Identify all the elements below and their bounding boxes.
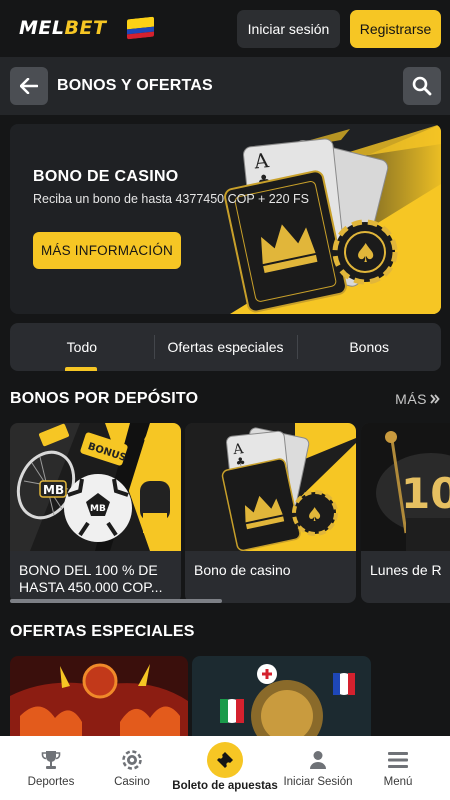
ticket-icon [217,752,233,768]
hero-description: Reciba un bono de hasta 4377450 COP + 22… [33,192,310,206]
logo-text-main: MEL [19,17,65,39]
playing-cards-image: A A ♣ ♠ [185,423,356,551]
trophy-icon [41,750,61,769]
special-offers-carousel[interactable] [10,656,450,736]
svg-text:100: 100 [401,469,450,518]
nav-menu-label: Menú [383,776,413,788]
carousel-scrollbar[interactable] [10,599,222,603]
fire-warriors-image [10,656,188,736]
deposit-bonus-carousel[interactable]: MB MB BONUS BONO DEL 100 % DE HASTA 450.… [10,423,450,603]
tab-special-offers[interactable]: Ofertas especiales [153,323,298,371]
page-header: BONOS Y OFERTAS [0,57,450,115]
search-button[interactable] [403,67,441,105]
bonus-card[interactable]: 100 Lunes de R [361,423,450,603]
user-icon [310,751,326,769]
more-info-button[interactable]: MÁS INFORMACIÓN [33,232,181,269]
colombia-flag-icon[interactable] [127,16,154,40]
svg-text:♠: ♠ [354,239,377,269]
nav-casino[interactable]: Casino [87,736,177,800]
nav-betslip[interactable]: Boleto de apuestas [172,736,278,800]
search-icon [412,76,432,96]
monday-promo-image: 100 [361,423,450,551]
playing-cards-illustration: A ♣ A ♣ ♠ [10,124,441,314]
svg-text:♠: ♠ [306,504,323,526]
casino-bonus-banner[interactable]: A ♣ A ♣ ♠ BONO DE CASINO Reciba un bono … [10,124,441,314]
page-title: BONOS Y OFERTAS [57,77,213,94]
nav-sports[interactable]: Deportes [6,736,96,800]
bonus-card[interactable]: A A ♣ ♠ Bono de casino [185,423,356,603]
deposit-bonuses-title: BONOS POR DEPÓSITO [10,390,199,407]
more-link[interactable]: MÁS [395,391,440,407]
football-flags-image [192,656,371,736]
nav-login[interactable]: Iniciar Sesión [273,736,363,800]
bonus-card-title: BONO DEL 100 % DE HASTA 450.000 COP... [19,562,163,595]
special-offer-card[interactable] [10,656,188,736]
nav-sports-label: Deportes [27,776,75,788]
hamburger-menu-icon [388,752,408,768]
special-offers-title: OFERTAS ESPECIALES [10,623,195,640]
bonus-card-title: Bono de casino [194,562,291,578]
betslip-button[interactable] [207,742,243,778]
special-offer-card[interactable] [192,656,371,736]
sports-equipment-image: MB MB BONUS [10,423,181,551]
nav-menu[interactable]: Menú [353,736,443,800]
register-button[interactable]: Registrarse [350,10,441,48]
more-label: MÁS [395,391,427,407]
nav-login-label: Iniciar Sesión [283,776,353,788]
logo-text-accent: BET [64,17,107,39]
melbet-logo[interactable]: MELBET [19,17,106,39]
filter-tabs: Todo Ofertas especiales Bonos [10,323,441,371]
bottom-navigation: Deportes Casino Boleto de apuestas Inici… [0,736,450,800]
nav-betslip-label: Boleto de apuestas [172,780,278,792]
svg-text:MB: MB [43,483,64,497]
svg-text:A: A [252,148,270,174]
top-bar: MELBET Iniciar sesión Registrarse [0,0,450,57]
hero-title: BONO DE CASINO [33,168,179,185]
tab-bonuses[interactable]: Bonos [297,323,441,371]
bonus-card[interactable]: MB MB BONUS BONO DEL 100 % DE HASTA 450.… [10,423,181,603]
nav-casino-label: Casino [114,776,150,788]
casino-chip-icon [122,750,142,770]
double-chevron-right-icon [430,394,440,404]
login-button[interactable]: Iniciar sesión [237,10,340,48]
bonus-card-title: Lunes de R [370,562,442,578]
arrow-left-icon [20,78,38,94]
tab-todo[interactable]: Todo [10,323,154,371]
svg-text:MB: MB [90,504,106,514]
back-button[interactable] [10,67,48,105]
